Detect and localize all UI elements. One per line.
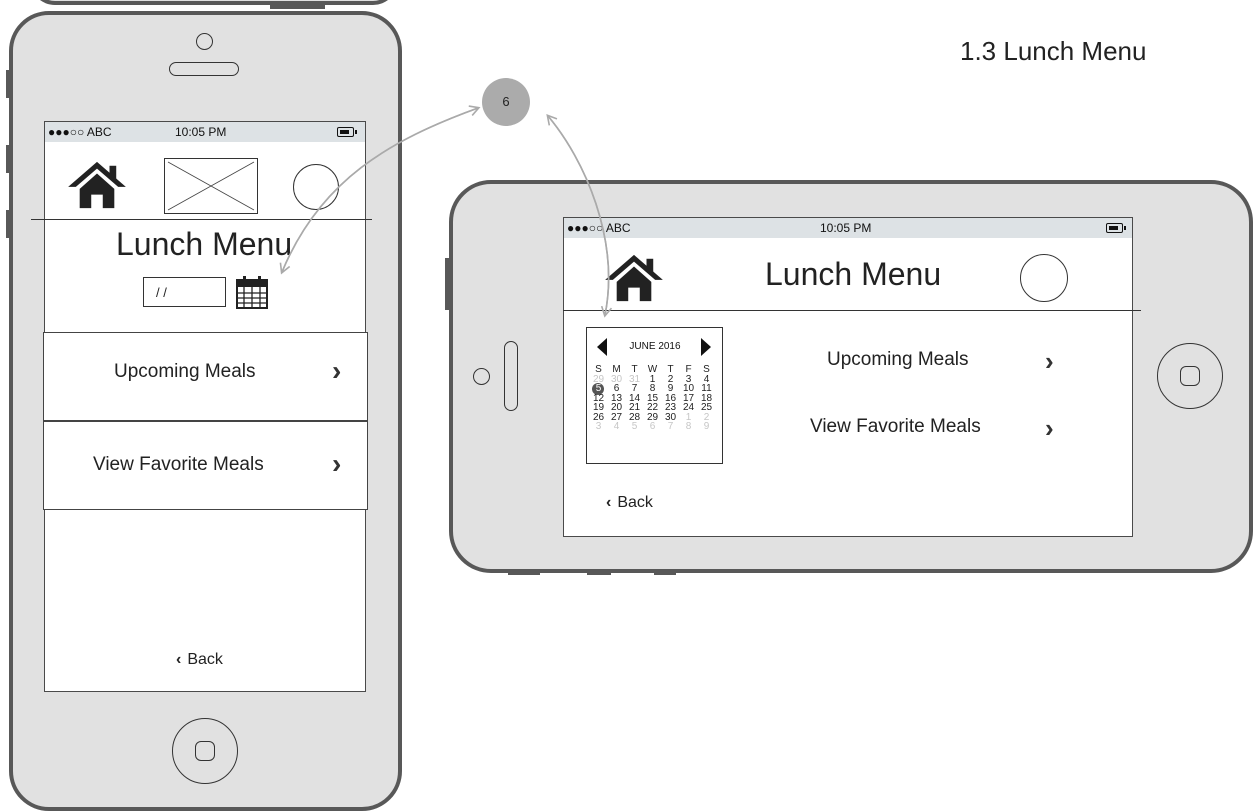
back-button[interactable]: ‹ Back (606, 494, 653, 512)
portrait-title: Lunch Menu (116, 226, 293, 262)
front-camera (473, 368, 490, 385)
calendar-grid: S M T W T F S 29 30 31 1 2 3 4 5 6 7 8 9 10 11 12 13 14 15 16 17 18… (592, 365, 718, 459)
home-icon[interactable] (602, 253, 666, 303)
home-button-square-icon (195, 741, 215, 761)
calendar-widget[interactable]: JUNE 2016 S M T W T F S 29 30 31 1 2 3 4 5 6 7 8 9 10 11 12 13… (586, 327, 723, 464)
menu-item-upcoming-meals[interactable]: Upcoming Meals (827, 349, 969, 371)
chevron-right-icon: › (332, 355, 342, 386)
date-input-value: / / (156, 285, 167, 300)
calendar-day[interactable]: 7 (665, 422, 676, 432)
previous-phone-button (270, 5, 325, 9)
back-button[interactable]: ‹ Back (176, 651, 223, 669)
next-month-arrow-icon[interactable] (701, 338, 711, 356)
chevron-left-icon: ‹ (176, 651, 182, 668)
annotation-badge: 6 (482, 78, 530, 126)
back-label: Back (187, 651, 223, 668)
battery-icon (1106, 223, 1126, 233)
calendar-day[interactable]: 9 (701, 422, 712, 432)
hardware-home-button[interactable] (1157, 343, 1223, 409)
calendar-day[interactable]: 6 (647, 422, 658, 432)
carrier-label: ●●●○○ ABC (567, 221, 631, 235)
back-label: Back (617, 494, 653, 511)
time-label: 10:05 PM (820, 221, 872, 235)
speaker-grille (169, 62, 239, 76)
hardware-home-button[interactable] (172, 718, 238, 784)
date-input[interactable]: / / (143, 277, 226, 307)
calendar-day[interactable]: 5 (629, 422, 640, 432)
landscape-title: Lunch Menu (765, 256, 942, 292)
status-bar: ●●●○○ ABC 10:05 PM (564, 218, 1132, 238)
calendar-day[interactable]: 3 (593, 422, 604, 432)
calendar-day[interactable]: 4 (611, 422, 622, 432)
header-divider (31, 219, 372, 220)
home-button-square-icon (1180, 366, 1200, 386)
time-label: 10:05 PM (175, 125, 227, 139)
image-placeholder-icon (164, 158, 258, 214)
prev-month-arrow-icon[interactable] (597, 338, 607, 356)
menu-item-label: View Favorite Meals (93, 454, 264, 475)
calendar-icon[interactable] (236, 276, 268, 309)
front-camera (196, 33, 213, 50)
menu-item-view-favorite-meals[interactable]: View Favorite Meals (810, 416, 981, 438)
header-divider (563, 310, 1141, 311)
circle-avatar-icon[interactable] (293, 164, 339, 210)
home-icon[interactable] (65, 160, 129, 210)
menu-item-view-favorite-meals[interactable]: View Favorite Meals › (43, 421, 368, 510)
page-heading: 1.3 Lunch Menu (960, 36, 1147, 66)
carrier-label: ●●●○○ ABC (48, 125, 112, 139)
menu-item-label: Upcoming Meals (114, 361, 256, 382)
landscape-screen: ●●●○○ ABC 10:05 PM Lunch Menu JUNE 2016 … (563, 217, 1133, 537)
chevron-right-icon[interactable]: › (1045, 346, 1054, 377)
circle-avatar-icon[interactable] (1020, 254, 1068, 302)
chevron-left-icon: ‹ (606, 494, 612, 511)
speaker-grille (504, 341, 518, 411)
chevron-right-icon[interactable]: › (1045, 413, 1054, 444)
chevron-right-icon: › (332, 448, 342, 479)
calendar-day[interactable]: 8 (683, 422, 694, 432)
calendar-month-label: JUNE 2016 (629, 341, 681, 352)
menu-item-upcoming-meals[interactable]: Upcoming Meals › (43, 332, 368, 421)
previous-phone-edge (30, 0, 398, 5)
status-bar: ●●●○○ ABC 10:05 PM (45, 122, 365, 142)
battery-icon (337, 127, 357, 137)
